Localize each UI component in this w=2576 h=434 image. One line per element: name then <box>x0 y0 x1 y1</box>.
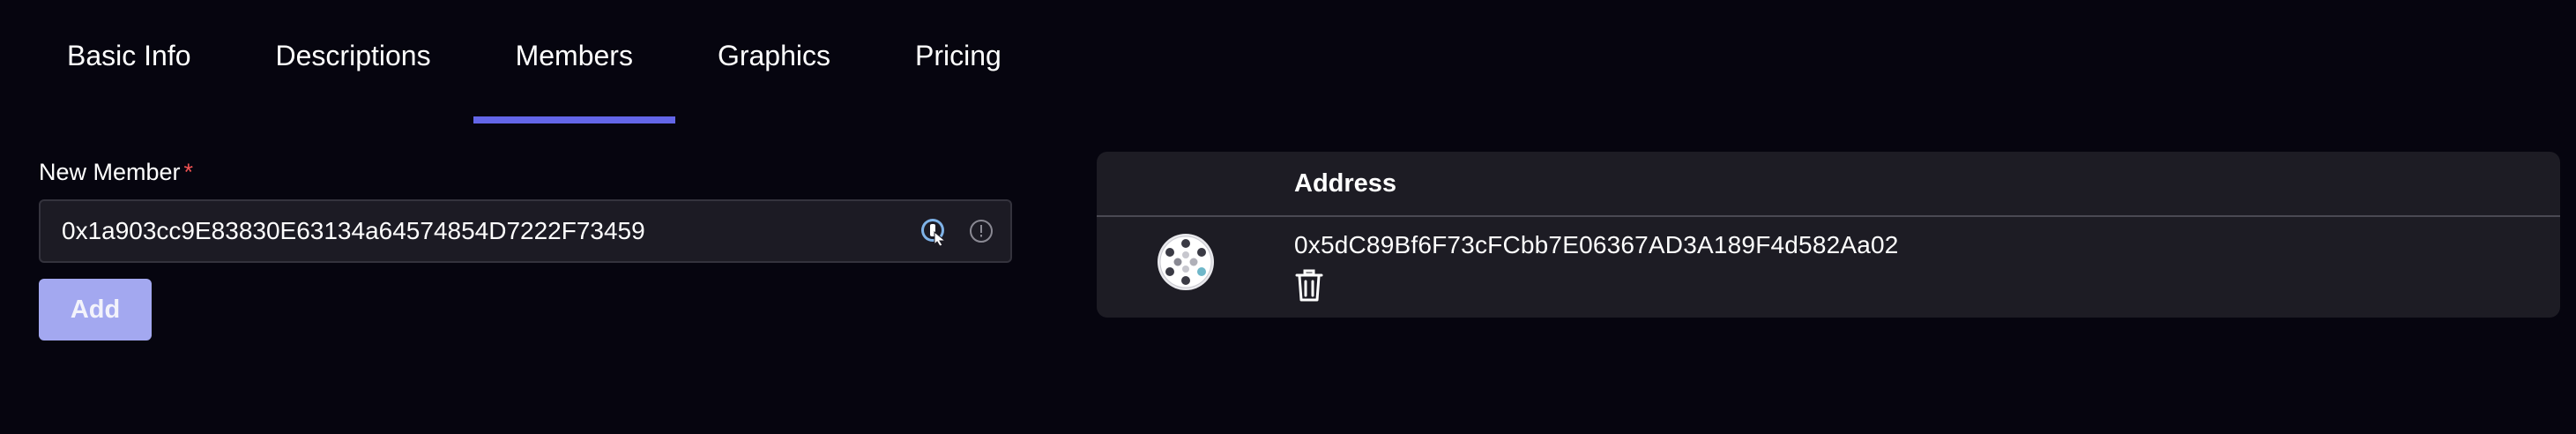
members-page: Basic Info Descriptions Members Graphics… <box>0 0 2576 434</box>
tab-bar: Basic Info Descriptions Members Graphics… <box>39 0 1044 123</box>
trash-icon[interactable] <box>1294 268 1324 303</box>
new-member-label-text: New Member <box>39 159 181 185</box>
tab-pricing[interactable]: Pricing <box>873 0 1044 123</box>
member-address: 0x5dC89Bf6F73cFCbb7E06367AD3A189F4d582Aa… <box>1294 231 1899 258</box>
table-header: Address <box>1097 152 2560 217</box>
tab-descriptions[interactable]: Descriptions <box>234 0 473 123</box>
password-manager-icon[interactable] <box>919 216 949 246</box>
required-marker: * <box>183 159 194 185</box>
identicon-avatar <box>1158 234 1214 290</box>
new-member-input[interactable] <box>41 200 919 262</box>
info-icon[interactable] <box>968 218 994 244</box>
new-member-field <box>39 199 1012 263</box>
column-header-address: Address <box>1294 169 1397 198</box>
new-member-label: New Member * <box>39 159 193 186</box>
table-row: 0x5dC89Bf6F73cFCbb7E06367AD3A189F4d582Aa… <box>1097 217 2560 318</box>
add-button[interactable]: Add <box>39 279 152 340</box>
tab-graphics[interactable]: Graphics <box>675 0 873 123</box>
tab-members[interactable]: Members <box>473 0 676 123</box>
input-icons <box>919 216 1010 246</box>
members-table: Address 0x5dC89Bf6F73cFCbb7E06367AD3A189… <box>1097 152 2560 318</box>
tab-basic-info[interactable]: Basic Info <box>39 0 234 123</box>
